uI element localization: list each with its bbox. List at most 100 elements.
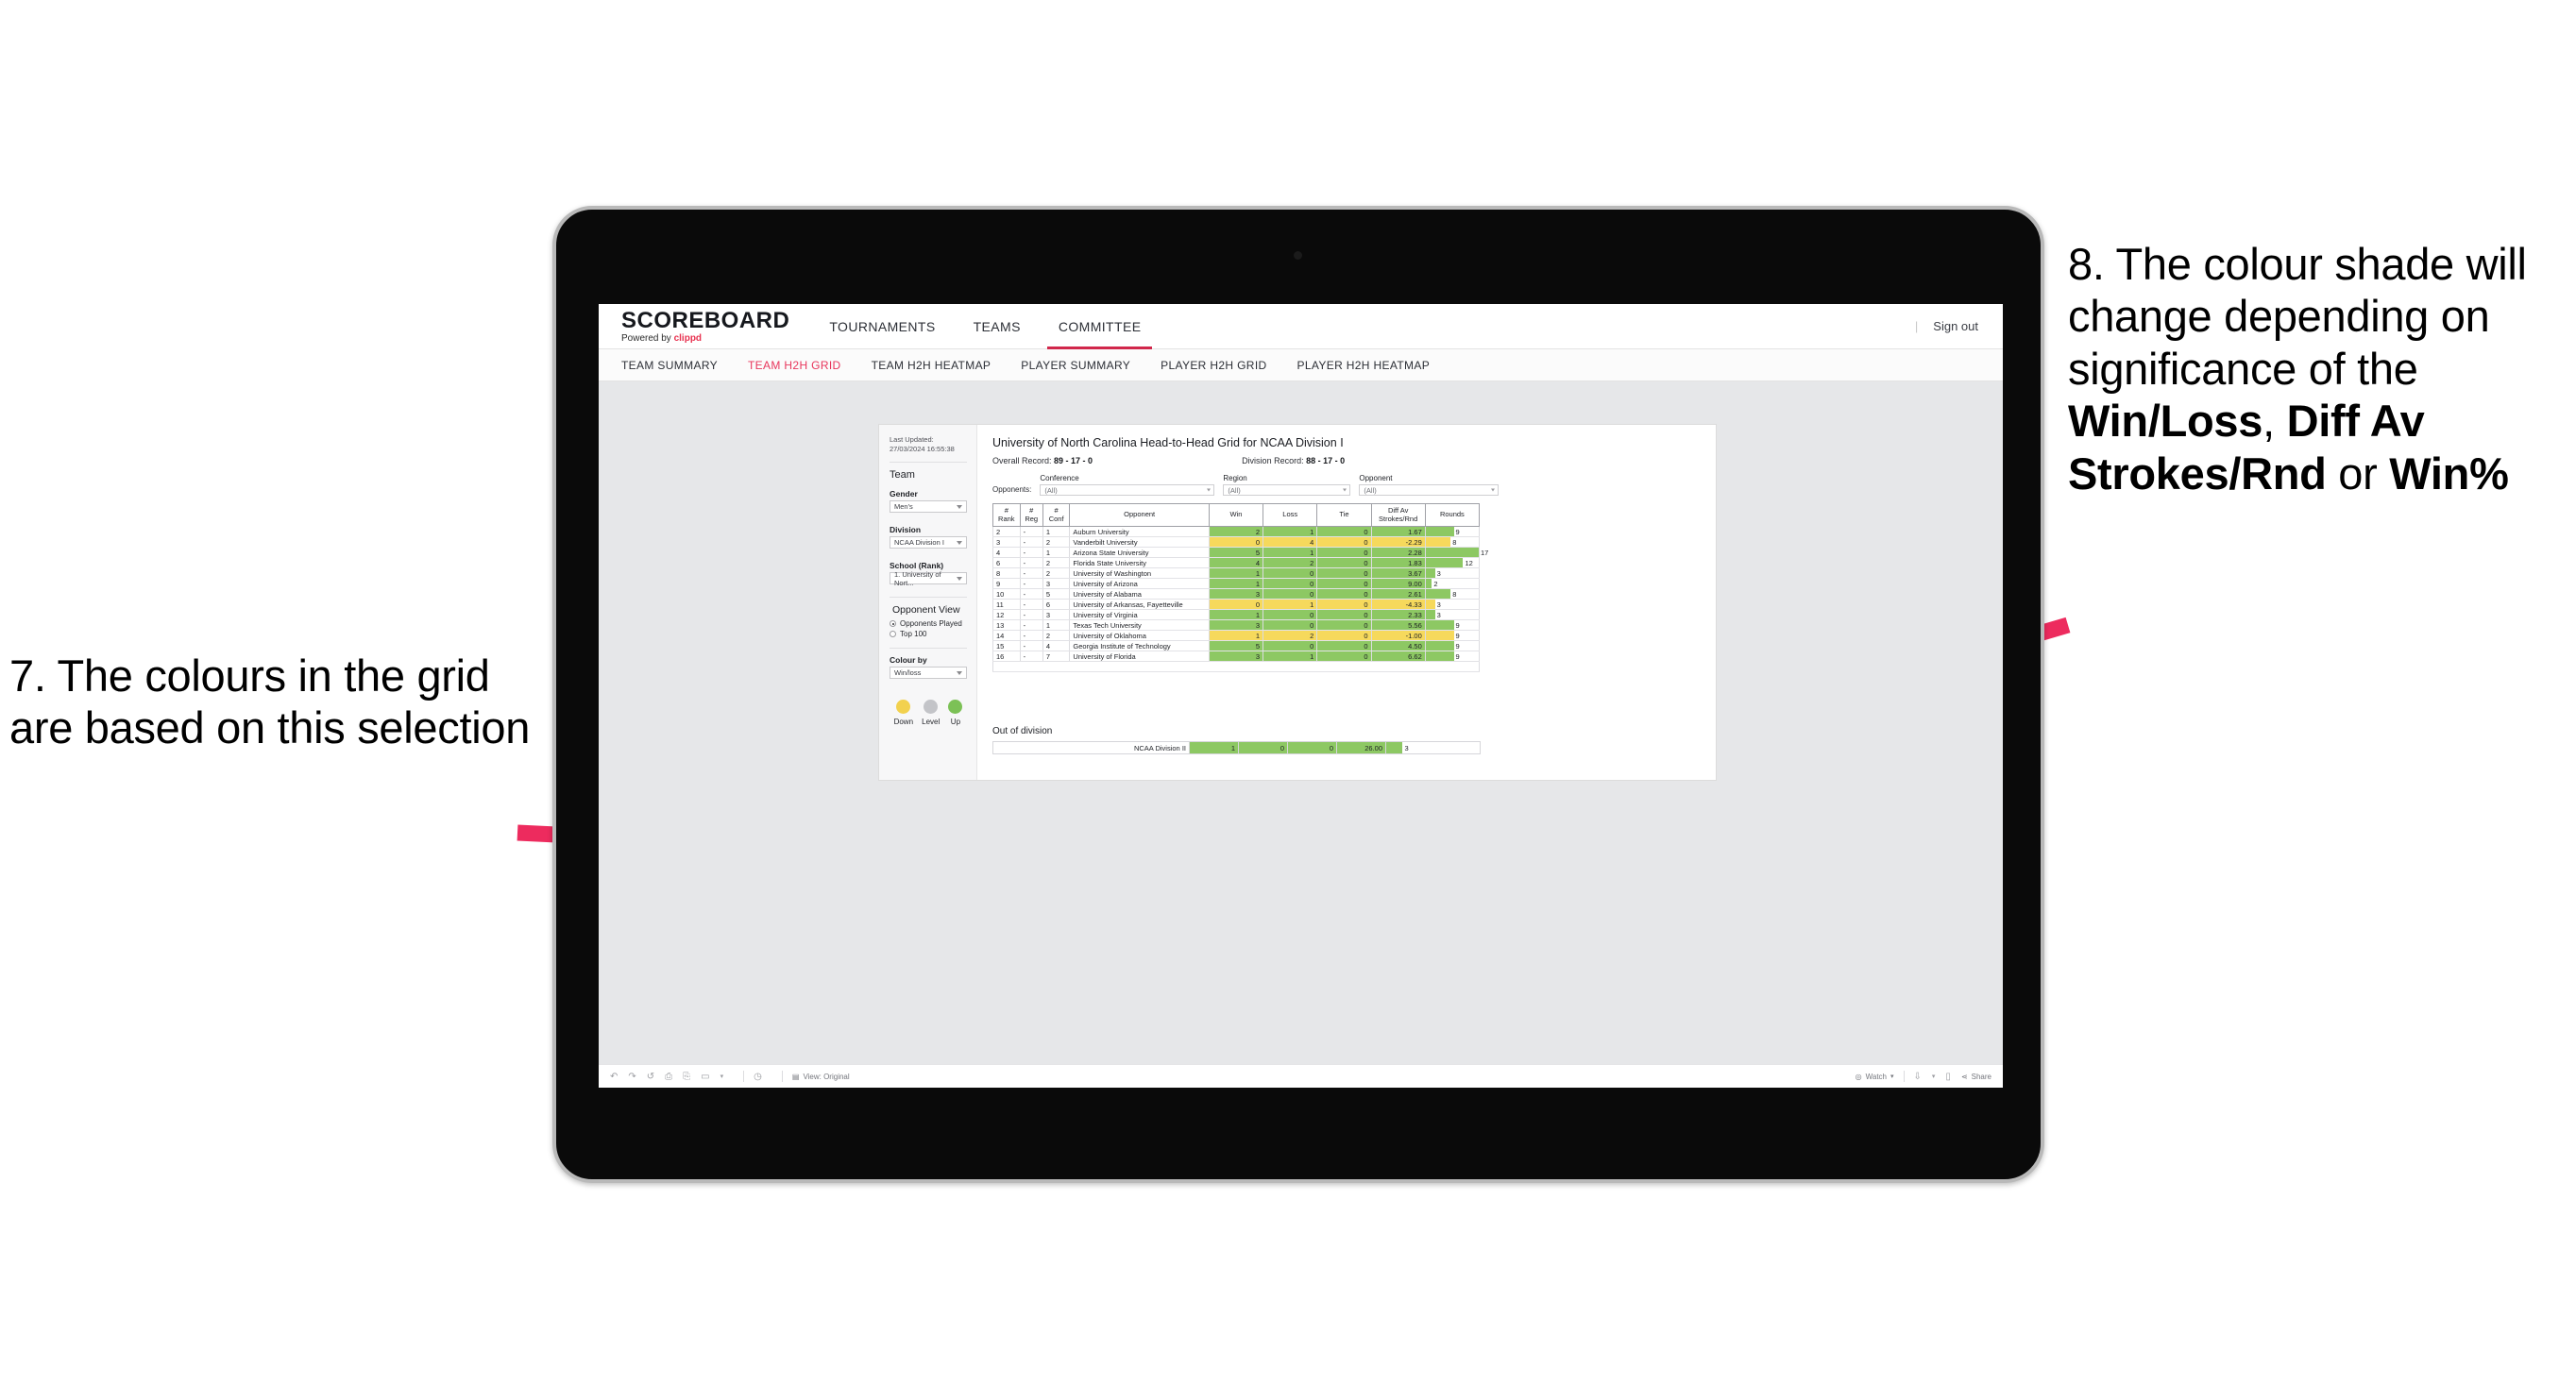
table-row[interactable]: 10-5 University of Alabama 3 0 0 2.61 8	[992, 588, 1481, 600]
table-row[interactable]: 13-1 Texas Tech University 3 0 0 5.56 9	[992, 619, 1481, 632]
table-row[interactable]: 8-2 University of Washington 1 0 0 3.67 3	[992, 567, 1481, 580]
device-layout-icon[interactable]: ▯	[1945, 1072, 1951, 1082]
th-diff-av-strokes[interactable]: Diff Av Strokes/Rnd	[1370, 502, 1426, 528]
visualization-main: University of North Carolina Head-to-Hea…	[977, 425, 1716, 780]
division-value: NCAA Division I	[894, 538, 944, 548]
cell-rounds: 3	[1424, 567, 1481, 580]
ood-cell-loss: 0	[1238, 741, 1288, 755]
table-row[interactable]: 6-2 Florida State University 4 2 0 1.83 12	[992, 557, 1481, 569]
cell-reg: -	[1019, 578, 1043, 590]
th-win[interactable]: Win	[1208, 502, 1264, 528]
th-rank-l2: Rank	[998, 514, 1015, 523]
division-select[interactable]: NCAA Division I	[890, 536, 967, 549]
tablet-screen: SCOREBOARD Powered by clippd TOURNAMENTS…	[599, 304, 2003, 1088]
cell-rounds: 9	[1424, 651, 1481, 663]
school-label: School (Rank)	[890, 561, 944, 571]
subnav-team-summary[interactable]: TEAM SUMMARY	[621, 359, 718, 372]
radio-top-100-label: Top 100	[900, 630, 927, 639]
view-original-button[interactable]: ▤ View: Original	[792, 1073, 850, 1081]
cell-conf: 5	[1042, 588, 1071, 600]
cell-rounds: 9	[1424, 619, 1481, 632]
legend-dot-level	[924, 700, 939, 715]
chevron-down-icon[interactable]: ▾	[720, 1073, 724, 1080]
rounds-value: 9	[1455, 631, 1460, 640]
topnav-teams[interactable]: TEAMS	[955, 304, 1040, 349]
division-record: Division Record: 88 - 17 - 0	[1242, 456, 1345, 465]
cell-win: 1	[1208, 567, 1264, 580]
undo-icon[interactable]: ↶	[610, 1072, 618, 1082]
radio-top-100[interactable]: Top 100	[890, 630, 967, 638]
table-row[interactable]: 16-7 University of Florida 3 1 0 6.62 9	[992, 651, 1481, 663]
annotation-right-bold-winloss: Win/Loss	[2068, 396, 2263, 447]
table-row[interactable]: 4-1 Arizona State University 5 1 0 2.28 17	[992, 547, 1488, 559]
radio-opponents-played[interactable]: Opponents Played	[890, 619, 967, 628]
chevron-down-icon[interactable]: ▾	[1932, 1073, 1936, 1080]
signout-link[interactable]: Sign out	[1933, 319, 1978, 333]
download-icon[interactable]: ⇩	[1914, 1072, 1922, 1082]
school-select[interactable]: 1. University of Nort...	[890, 570, 967, 587]
cell-win: 3	[1208, 619, 1264, 632]
cell-win: 1	[1208, 630, 1264, 642]
th-rounds[interactable]: Rounds	[1424, 502, 1481, 528]
subnav-team-h2h-heatmap[interactable]: TEAM H2H HEATMAP	[872, 359, 991, 372]
subnav-player-h2h-grid[interactable]: PLAYER H2H GRID	[1161, 359, 1266, 372]
th-conf[interactable]: # Conf	[1042, 502, 1071, 528]
th-reg[interactable]: # Reg	[1019, 502, 1043, 528]
rounds-bar	[1425, 600, 1435, 610]
opponent-select[interactable]: (All)	[1359, 484, 1500, 496]
cell-loss: 1	[1263, 547, 1318, 559]
watch-button[interactable]: ◎ Watch ▾	[1856, 1073, 1894, 1081]
table-row[interactable]: 14-2 University of Oklahoma 1 2 0 -1.00 9	[992, 630, 1481, 642]
share-button[interactable]: ⋖ Share	[1961, 1073, 1991, 1081]
cell-loss: 0	[1263, 578, 1318, 590]
th-loss[interactable]: Loss	[1263, 502, 1318, 528]
pause-updates-icon[interactable]: ⎘	[683, 1072, 690, 1082]
subnav-team-h2h-grid[interactable]: TEAM H2H GRID	[748, 359, 841, 372]
chevron-down-icon	[1207, 488, 1212, 492]
cell-diff: -4.33	[1370, 599, 1426, 611]
table-row[interactable]: 11-6 University of Arkansas, Fayetteville…	[992, 599, 1481, 611]
table-row[interactable]: 9-3 University of Arizona 1 0 0 9.00 2	[992, 578, 1481, 590]
region-select[interactable]: (All)	[1223, 484, 1351, 496]
front-camera-icon	[1294, 251, 1302, 260]
cell-reg: -	[1019, 619, 1043, 632]
cell-tie: 0	[1316, 578, 1372, 590]
subnav-player-summary[interactable]: PLAYER SUMMARY	[1021, 359, 1130, 372]
table-row[interactable]: 15-4 Georgia Institute of Technology 5 0 0 4.…	[992, 640, 1481, 652]
cell-rank: 11	[992, 599, 1021, 611]
revert-icon[interactable]: ↺	[647, 1072, 654, 1082]
conference-select[interactable]: (All)	[1040, 484, 1215, 496]
cell-loss: 2	[1263, 630, 1318, 642]
cell-loss: 1	[1263, 651, 1318, 663]
highlight-icon[interactable]: ▭	[701, 1072, 709, 1082]
th-opponent[interactable]: Opponent	[1069, 502, 1210, 528]
topnav-committee[interactable]: COMMITTEE	[1040, 304, 1161, 349]
gender-select[interactable]: Men's	[890, 500, 967, 514]
ood-cell-rounds: 3	[1385, 741, 1481, 755]
clock-icon[interactable]: ◷	[754, 1072, 762, 1082]
visualization-container: Last Updated: 27/03/2024 16:55:38 Team G…	[878, 424, 1717, 781]
out-of-division-row[interactable]: NCAA Division II 1 0 0 26.00 3	[992, 741, 1481, 755]
refresh-data-icon[interactable]: ⎙	[665, 1072, 672, 1082]
th-tie[interactable]: Tie	[1316, 502, 1372, 528]
ood-cell-tie: 0	[1287, 741, 1337, 755]
topnav-tournaments[interactable]: TOURNAMENTS	[810, 304, 954, 349]
th-rank[interactable]: # Rank	[992, 502, 1021, 528]
app-header: SCOREBOARD Powered by clippd TOURNAMENTS…	[599, 304, 2003, 349]
redo-icon[interactable]: ↷	[628, 1072, 636, 1082]
conference-filter: Conference (All)	[1040, 474, 1215, 496]
subnav-player-h2h-heatmap[interactable]: PLAYER H2H HEATMAP	[1297, 359, 1431, 372]
table-row[interactable]: 12-3 University of Virginia 1 0 0 2.33 3	[992, 609, 1481, 621]
blank-cell	[992, 661, 1480, 673]
school-field: School (Rank) 1. University of Nort...	[890, 561, 967, 587]
cell-win: 2	[1208, 526, 1264, 538]
colour-by-select[interactable]: Win/loss	[890, 667, 967, 680]
records-row: Overall Record: 89 - 17 - 0 Division Rec…	[992, 456, 1703, 465]
cell-rank: 10	[992, 588, 1021, 600]
radio-icon	[890, 631, 896, 638]
table-row[interactable]: 2-1 Auburn University 2 1 0 1.67 9	[992, 526, 1481, 538]
rounds-value: 2	[1433, 579, 1438, 588]
cell-diff: 9.00	[1370, 578, 1426, 590]
table-row[interactable]: 3-2 Vanderbilt University 0 4 0 -2.29 8	[992, 536, 1481, 549]
rounds-bar	[1425, 589, 1451, 600]
